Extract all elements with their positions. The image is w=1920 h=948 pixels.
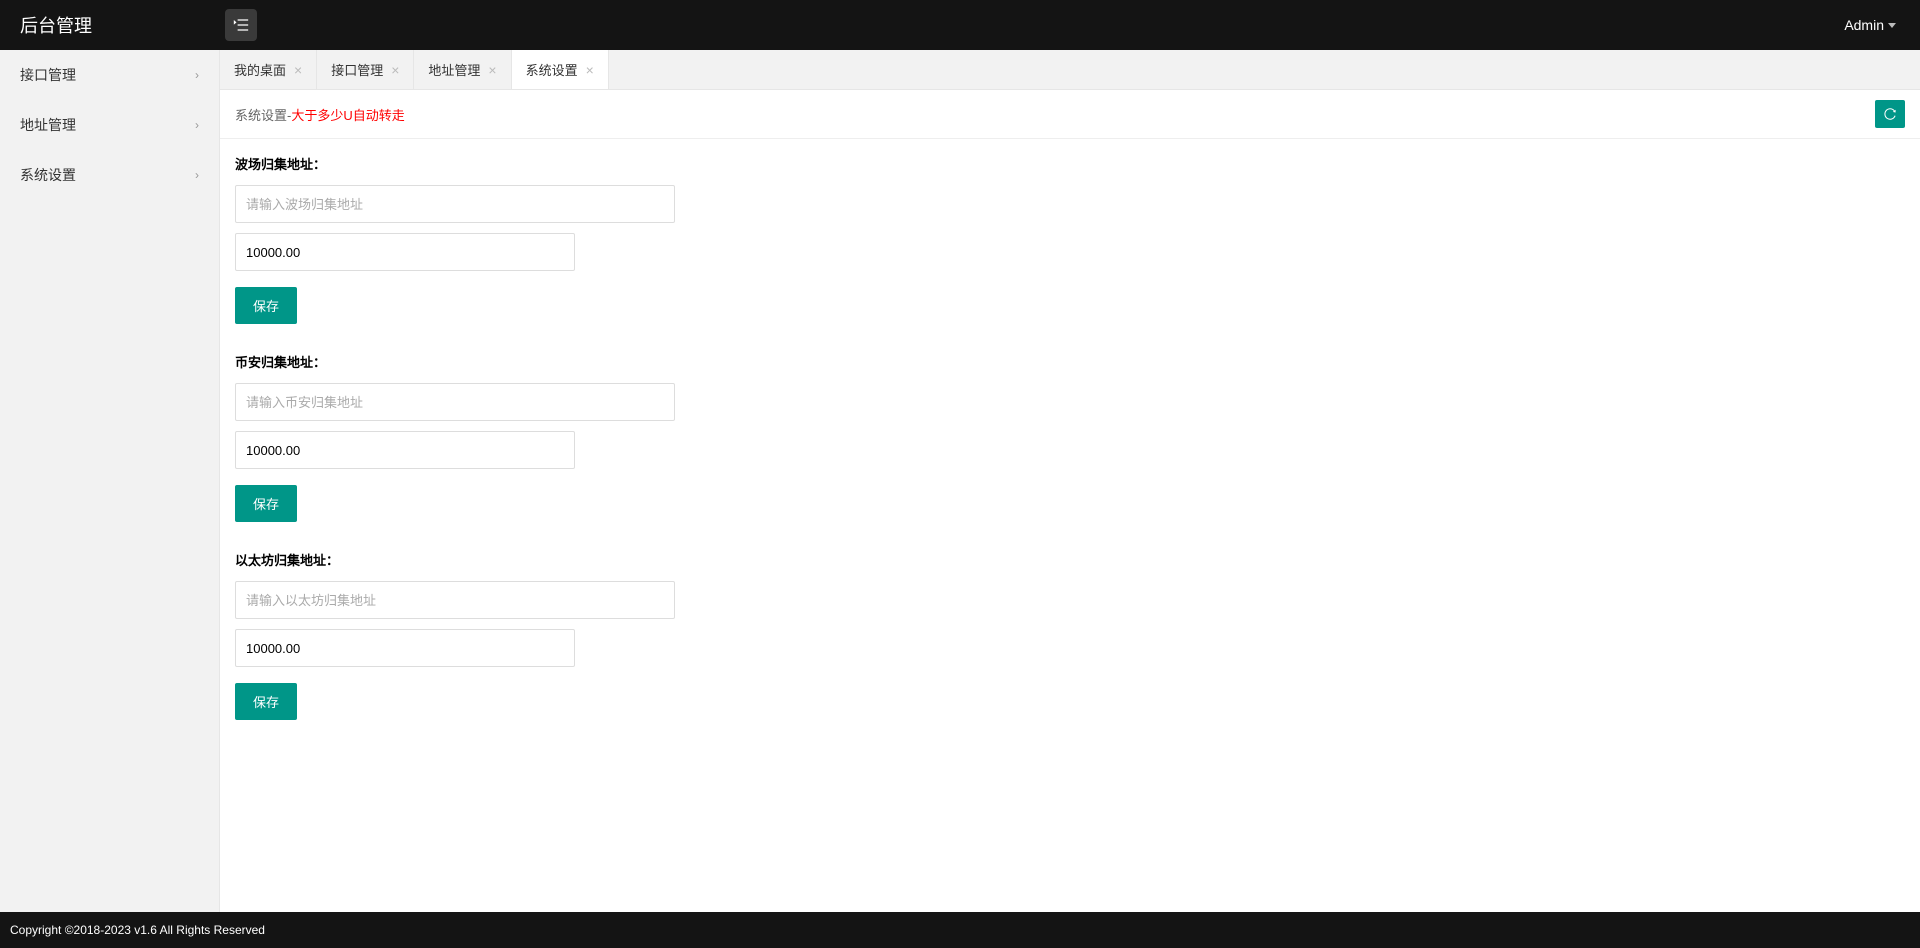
sidebar-item-settings[interactable]: 系统设置 › bbox=[0, 150, 219, 200]
form-group-tron: 波场归集地址： 保存 bbox=[235, 154, 1905, 324]
content-header-suffix: 大于多少U自动转走 bbox=[291, 108, 404, 123]
content: 系统设置-大于多少U自动转走 波场归集地址： 保存 币安归集地址： 保 bbox=[220, 90, 1920, 912]
tab-interface[interactable]: 接口管理 × bbox=[317, 50, 414, 89]
tabs: 我的桌面 × 接口管理 × 地址管理 × 系统设置 × bbox=[220, 50, 1920, 90]
amount-input-binance[interactable] bbox=[235, 431, 575, 469]
content-header: 系统设置-大于多少U自动转走 bbox=[220, 90, 1920, 139]
address-input-binance[interactable] bbox=[235, 383, 675, 421]
content-header-text: 系统设置-大于多少U自动转走 bbox=[235, 105, 405, 124]
footer: Copyright ©2018-2023 v1.6 All Rights Res… bbox=[0, 912, 1920, 948]
caret-down-icon bbox=[1888, 23, 1896, 28]
sidebar: 接口管理 › 地址管理 › 系统设置 › bbox=[0, 50, 220, 912]
tab-desktop[interactable]: 我的桌面 × bbox=[220, 50, 317, 89]
form-label-tron: 波场归集地址： bbox=[235, 154, 1905, 173]
form-label-binance: 币安归集地址： bbox=[235, 352, 1905, 371]
close-icon[interactable]: × bbox=[586, 63, 594, 77]
main: 我的桌面 × 接口管理 × 地址管理 × 系统设置 × 系统设置-大于多少U自动… bbox=[220, 50, 1920, 912]
form-area: 波场归集地址： 保存 币安归集地址： 保存 以太坊归集地址： 保存 bbox=[220, 139, 1920, 763]
header-left: 后台管理 bbox=[0, 9, 257, 41]
chevron-right-icon: › bbox=[195, 168, 199, 182]
close-icon[interactable]: × bbox=[488, 63, 496, 77]
save-button-binance[interactable]: 保存 bbox=[235, 485, 297, 522]
menu-toggle-button[interactable] bbox=[225, 9, 257, 41]
header: 后台管理 Admin bbox=[0, 0, 1920, 50]
refresh-button[interactable] bbox=[1875, 100, 1905, 128]
save-button-tron[interactable]: 保存 bbox=[235, 287, 297, 324]
tab-address[interactable]: 地址管理 × bbox=[414, 50, 511, 89]
chevron-right-icon: › bbox=[195, 68, 199, 82]
sidebar-item-interface[interactable]: 接口管理 › bbox=[0, 50, 219, 100]
tab-settings[interactable]: 系统设置 × bbox=[512, 50, 609, 89]
sidebar-item-label: 接口管理 bbox=[20, 65, 76, 85]
form-label-eth: 以太坊归集地址： bbox=[235, 550, 1905, 569]
footer-text: Copyright ©2018-2023 v1.6 All Rights Res… bbox=[10, 923, 265, 937]
tab-label: 系统设置 bbox=[526, 60, 578, 79]
address-input-eth[interactable] bbox=[235, 581, 675, 619]
chevron-right-icon: › bbox=[195, 118, 199, 132]
user-menu[interactable]: Admin bbox=[1844, 17, 1900, 33]
menu-toggle-icon bbox=[232, 16, 250, 34]
tab-label: 我的桌面 bbox=[234, 60, 286, 79]
close-icon[interactable]: × bbox=[391, 63, 399, 77]
form-group-eth: 以太坊归集地址： 保存 bbox=[235, 550, 1905, 720]
amount-input-eth[interactable] bbox=[235, 629, 575, 667]
close-icon[interactable]: × bbox=[294, 63, 302, 77]
content-header-title: 系统设置- bbox=[235, 108, 291, 123]
tab-label: 地址管理 bbox=[428, 60, 480, 79]
form-group-binance: 币安归集地址： 保存 bbox=[235, 352, 1905, 522]
sidebar-item-address[interactable]: 地址管理 › bbox=[0, 100, 219, 150]
brand-title: 后台管理 bbox=[0, 12, 220, 38]
sidebar-item-label: 系统设置 bbox=[20, 165, 76, 185]
address-input-tron[interactable] bbox=[235, 185, 675, 223]
user-name: Admin bbox=[1844, 17, 1884, 33]
amount-input-tron[interactable] bbox=[235, 233, 575, 271]
container: 接口管理 › 地址管理 › 系统设置 › 我的桌面 × 接口管理 × 地址管理 … bbox=[0, 50, 1920, 912]
save-button-eth[interactable]: 保存 bbox=[235, 683, 297, 720]
refresh-icon bbox=[1883, 107, 1897, 121]
sidebar-item-label: 地址管理 bbox=[20, 115, 76, 135]
tab-label: 接口管理 bbox=[331, 60, 383, 79]
